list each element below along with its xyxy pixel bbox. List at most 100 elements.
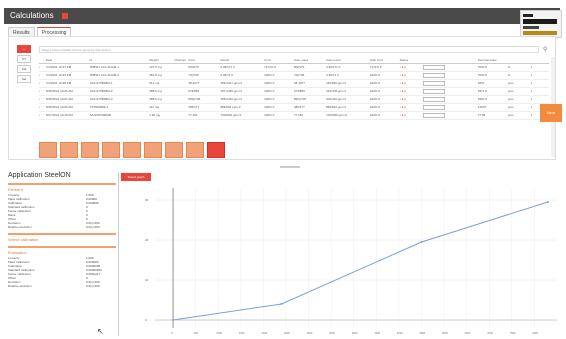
table-cell xyxy=(422,111,451,120)
table-cell: 1.96 mg xyxy=(149,111,175,120)
table-cell: 6/27/2021 10:19 PM xyxy=(45,111,90,120)
section-title: Element xyxy=(8,187,23,192)
ct-button[interactable]: CT xyxy=(17,55,31,63)
action-button-5[interactable] xyxy=(123,142,141,158)
table-cell: 7000 0 xyxy=(477,63,508,72)
table-cell: 38-1077 xyxy=(293,79,327,88)
table-cell: 77.181 xyxy=(293,111,327,120)
table-row[interactable]: • 7/1/2021 10:37 PM JM8917-FAL-SHAM-1 407.5… xyxy=(39,63,549,72)
cell-input[interactable] xyxy=(422,104,445,110)
sel-button[interactable]: Sel xyxy=(17,75,31,83)
table-cell: 381.5 mg xyxy=(149,71,175,80)
table-cell: 14976 xyxy=(477,103,508,112)
action-button-9[interactable] xyxy=(207,142,225,158)
summary-heading: Application SteelON xyxy=(8,172,71,179)
row-marker-icon: • xyxy=(39,87,46,96)
table-row[interactable]: • 6/28/2021 10:05 AM RAF-97788900-2 388.5 m… xyxy=(39,87,549,96)
cell-input[interactable] xyxy=(422,80,445,86)
status-icon: • ● ● xyxy=(399,97,406,101)
cell-input[interactable] xyxy=(422,88,445,94)
action-button-6[interactable] xyxy=(144,142,162,158)
cell-input[interactable] xyxy=(422,112,445,118)
left-toolbar: + CT Std Sel xyxy=(17,45,31,85)
table-cell xyxy=(422,103,451,112)
table-cell: 100% 0 xyxy=(369,103,400,112)
action-button-1[interactable] xyxy=(39,142,57,158)
table-cell: STS999989-1 xyxy=(89,103,150,112)
next-button[interactable]: Next xyxy=(540,104,562,122)
table-cell: 0 xyxy=(530,79,549,88)
table-cell: 486/177 xyxy=(293,103,327,112)
summary-section: Select calibration xyxy=(8,233,116,242)
x-tick-label: 8000 xyxy=(532,331,538,335)
table-cell: 6/28/2021 10:05 AM xyxy=(45,87,90,96)
action-button-4[interactable] xyxy=(102,142,120,158)
table-cell: 7/1/2021 10:43 PM xyxy=(45,71,90,80)
cell-input[interactable] xyxy=(422,72,445,78)
table-cell xyxy=(422,79,451,88)
table-row[interactable]: • 6/27/2021 10:19 PM SA-9997900000 1.96 mg 7… xyxy=(39,111,549,120)
x-tick-label: 4000 xyxy=(352,331,358,335)
table-cell: 86(0)706 xyxy=(188,95,221,104)
x-tick-label: 1000 xyxy=(216,331,222,335)
table-cell: 8(0)479 xyxy=(188,63,221,72)
table-cell: 0 xyxy=(530,95,549,104)
series-line xyxy=(172,201,549,321)
table-cell xyxy=(422,71,451,80)
x-tick-label: 5000 xyxy=(397,331,403,335)
search-icon[interactable]: ⚲ xyxy=(543,46,547,53)
row-marker-icon: • xyxy=(39,63,46,72)
table-row[interactable]: • 6/28/2021 10:07 AM RAF-97788900-3 388.5 m… xyxy=(39,95,549,104)
status-icon: • ● ● xyxy=(399,89,406,93)
status-icon: • ● ● xyxy=(399,105,406,109)
table-row[interactable]: • 6/28/2021 10:06 AM STS999989-1 411 mg 486/… xyxy=(39,103,549,112)
table-cell: 0.96/71 0 xyxy=(326,71,370,80)
x-tick-label: 2000 xyxy=(261,331,267,335)
table-cell: 7171% 0 xyxy=(369,63,400,72)
table-cell: 100% 0 xyxy=(264,103,294,112)
add-button[interactable]: + xyxy=(17,45,31,53)
action-button-3[interactable] xyxy=(81,142,99,158)
data-point xyxy=(420,241,423,243)
table-cell xyxy=(422,95,451,104)
table-cell xyxy=(174,79,189,88)
action-button-2[interactable] xyxy=(60,142,78,158)
table-cell: 1847 xyxy=(477,79,508,88)
table-cell: 100% 0 xyxy=(264,79,294,88)
splitter-handle[interactable] xyxy=(280,166,300,168)
table-cell: 181/996 ppm 0 xyxy=(326,79,370,88)
table-cell: • ● ● xyxy=(399,103,423,112)
std-button[interactable]: Std xyxy=(17,65,31,73)
section-title: Evaluation xyxy=(8,250,27,255)
status-icon: • ● ● xyxy=(399,73,406,77)
table-cell xyxy=(422,63,451,72)
status-icon: • ● ● xyxy=(399,65,406,69)
x-tick-label: 7500 xyxy=(510,331,516,335)
summary-row: Relative deviation 0.0(x) 000 xyxy=(8,225,116,229)
cell-input[interactable] xyxy=(422,64,445,70)
cell-input[interactable] xyxy=(422,96,445,102)
data-point xyxy=(280,303,283,305)
table-cell: 7/1/2021 10:48 PM xyxy=(45,79,90,88)
y-tick-label: 10 xyxy=(145,278,149,282)
action-button-8[interactable] xyxy=(186,142,204,158)
table-cell: 100% 0 xyxy=(369,95,400,104)
summary-row: Relative deviation 0.0(x) 000 xyxy=(8,284,116,288)
row-marker-icon: • xyxy=(39,111,46,120)
action-toolbar xyxy=(39,142,225,158)
graph-area: Select graph 0 10 20 30 0 500 1000 1500 2000 2500… xyxy=(118,172,562,336)
select-graph-button[interactable]: Select graph xyxy=(121,173,151,181)
summary-value[interactable]: 0.0(x) 000 xyxy=(86,284,116,288)
action-button-7[interactable] xyxy=(165,142,183,158)
data-point xyxy=(172,319,175,321)
group-by-input[interactable]: Drag a column header here to group by th… xyxy=(39,46,539,53)
table-row[interactable]: • 7/1/2021 10:43 PM JM8917-FAL-SHAM-2 381.5… xyxy=(39,71,549,80)
table-cell: • ● ● xyxy=(399,71,423,80)
table-cell: JM8917-FAL-SHAM-2 xyxy=(89,71,150,80)
table-cell: ppm xyxy=(507,111,531,120)
status-icon: • ● ● xyxy=(399,81,406,85)
y-tick-label: 0 xyxy=(145,318,147,322)
table-cell: 7/0/0000 ppm 0 xyxy=(326,111,370,120)
table-cell: 0.96/171 0 xyxy=(220,63,265,72)
table-row[interactable]: • 7/1/2021 10:48 PM RAF-97788900-1 512 mg 38… xyxy=(39,79,549,88)
